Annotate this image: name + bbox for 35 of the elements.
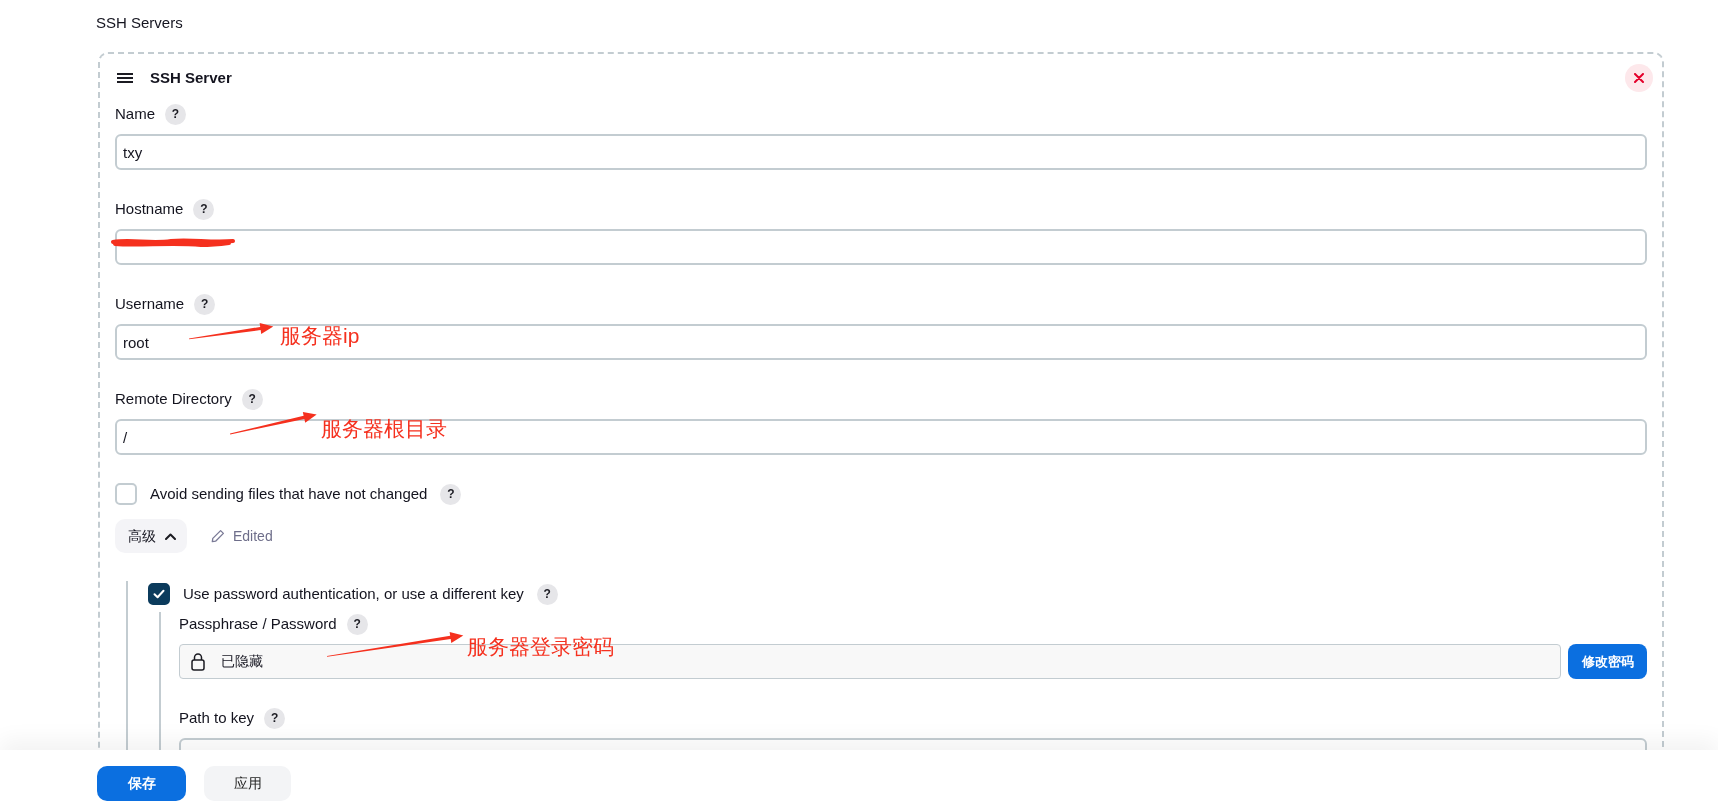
apply-button[interactable]: 应用 [204, 766, 291, 801]
text-input[interactable] [115, 229, 1647, 265]
pencil-icon [211, 529, 225, 543]
caret-icon [165, 532, 176, 540]
checkbox-label: Use password authentication, or use a different key [183, 584, 524, 604]
annotation-text: 服务器ip [280, 324, 360, 346]
field-label: Hostname [115, 199, 184, 219]
help-button[interactable]: ? [536, 583, 558, 605]
save-button[interactable]: 保存 [97, 766, 186, 801]
help-button[interactable]: ? [193, 198, 215, 220]
section-title: SSH Servers [96, 13, 183, 33]
close-icon [1634, 73, 1644, 83]
menu-icon[interactable] [117, 73, 133, 83]
field-label: Path to key [179, 708, 255, 728]
checkbox[interactable] [148, 583, 170, 605]
help-button[interactable]: ? [194, 293, 216, 315]
checkbox-label: Avoid sending files that have not changed [150, 484, 428, 504]
help-button[interactable]: ? [264, 707, 286, 729]
help-button[interactable]: ? [346, 613, 368, 635]
panel-title: SSH Server [150, 67, 232, 88]
edited-label: Edited [233, 526, 273, 546]
advanced-button[interactable]: 高级 [115, 519, 187, 553]
close-button[interactable] [1625, 64, 1653, 92]
field-label: Passphrase / Password [179, 614, 337, 634]
help-button[interactable]: ? [440, 483, 462, 505]
annotation-text: 服务器根目录 [321, 418, 447, 439]
field-label: Remote Directory [115, 389, 232, 409]
check-icon [153, 589, 165, 599]
help-button[interactable]: ? [241, 388, 263, 410]
lock-icon [191, 652, 205, 671]
change-password-button[interactable]: 修改密码 [1568, 644, 1647, 679]
help-button[interactable]: ? [165, 103, 186, 125]
text-input[interactable]: txy [115, 134, 1647, 170]
field-label: Name [115, 104, 155, 124]
field-label: Username [115, 294, 185, 314]
